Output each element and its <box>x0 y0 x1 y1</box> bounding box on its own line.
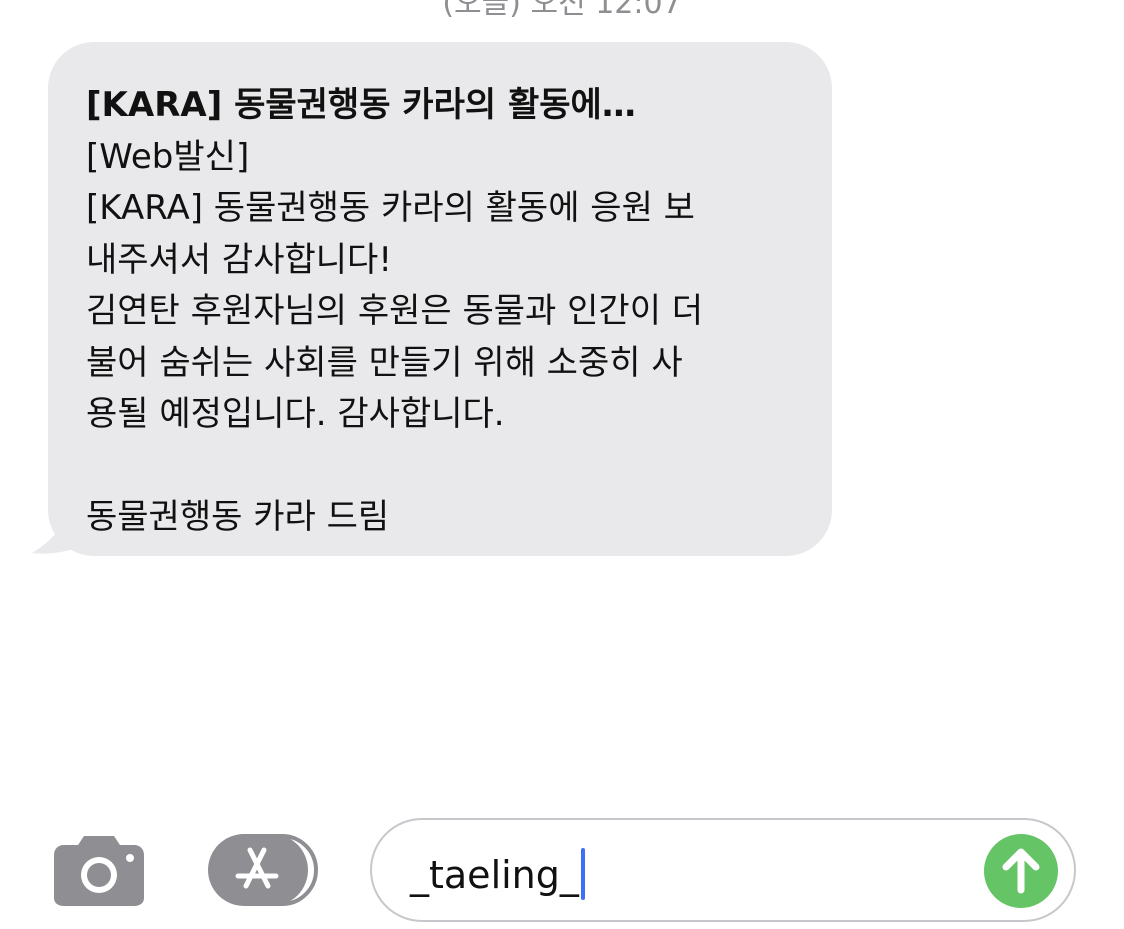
message-line: [Web발신] <box>86 136 250 177</box>
message-line: 용될 예정입니다. 감사합니다. <box>86 394 505 434</box>
camera-button[interactable] <box>54 836 144 906</box>
message-line: 불어 숨쉬는 사회를 만들기 위해 소중히 사 <box>86 342 683 383</box>
apps-button[interactable] <box>206 834 318 906</box>
message-line: 내주셔서 감사합니다! <box>86 239 392 280</box>
received-message[interactable]: [KARA] 동물권행동 카라의 활동에… [Web발신] [KARA] 동물권… <box>32 42 832 556</box>
message-signature: 동물권행동 카라 드림 <box>86 497 390 537</box>
send-arrow-icon <box>984 834 1058 908</box>
message-input-text[interactable]: _taeling_ <box>410 848 585 900</box>
input-value: _taeling_ <box>410 853 579 897</box>
app-store-icon <box>208 834 318 906</box>
message-bubble: [KARA] 동물권행동 카라의 활동에… [Web발신] [KARA] 동물권… <box>48 42 832 556</box>
text-cursor <box>580 848 585 900</box>
message-timestamp: (오늘) 오전 12:07 <box>442 0 682 21</box>
message-title: [KARA] 동물권행동 카라의 활동에… <box>86 85 636 125</box>
message-line: 김연탄 후원자님의 후원은 동물과 인간이 더 <box>86 291 704 331</box>
send-button[interactable] <box>984 834 1058 908</box>
camera-icon <box>54 836 144 906</box>
message-line: [KARA] 동물권행동 카라의 활동에 응원 보 <box>86 188 695 228</box>
messages-screen: (오늘) 오전 12:07 [KARA] 동물권행동 카라의 활동에… [Web… <box>0 0 1124 929</box>
message-composer: _taeling_ <box>0 800 1124 929</box>
message-input[interactable]: _taeling_ <box>370 818 1076 922</box>
